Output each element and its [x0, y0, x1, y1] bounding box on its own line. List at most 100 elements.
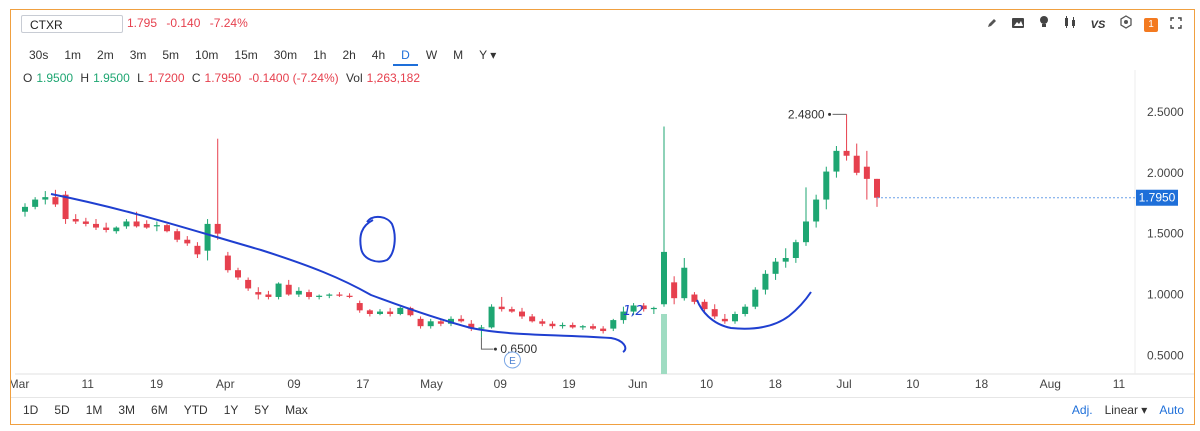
candle-body [306, 292, 312, 297]
candle-body [285, 284, 292, 295]
candle-body [732, 314, 738, 322]
candle-body [103, 227, 110, 230]
candle-body [874, 178, 880, 198]
candle-body [346, 295, 353, 297]
candle-body [803, 221, 809, 243]
candle-body [752, 289, 759, 307]
candle-body [519, 311, 525, 317]
scale-controls: Adj. Linear ▾ Auto [1072, 403, 1184, 417]
candle-body [711, 309, 718, 317]
candle-body [143, 223, 150, 228]
candle-body [214, 223, 221, 234]
candle-body [224, 255, 231, 271]
candle-body [782, 258, 789, 262]
candle-body [762, 273, 769, 290]
candle-body [539, 321, 546, 324]
adjusted-toggle[interactable]: Adj. [1072, 403, 1093, 417]
candle-body [478, 327, 485, 329]
high-annotation-dot [828, 112, 832, 116]
earnings-marker-label: E [509, 356, 516, 367]
y-tick-label: 1.5000 [1147, 227, 1184, 241]
candle-body [813, 199, 820, 222]
candle-body [42, 197, 49, 200]
range-3[interactable]: 3M [110, 403, 143, 417]
candle-body [559, 324, 566, 327]
candle-body [772, 261, 779, 274]
candle-body [356, 303, 363, 311]
candle-body [82, 221, 89, 224]
candle-body [721, 318, 728, 322]
low-annotation-line [480, 337, 494, 350]
candle-body [295, 290, 302, 295]
range-7[interactable]: 5Y [246, 403, 277, 417]
candle-body [650, 307, 657, 310]
candle-body [671, 282, 678, 299]
x-tick-label: Apr [216, 377, 235, 391]
x-tick-label: 09 [287, 377, 301, 391]
candle-body [204, 223, 211, 251]
candle-body [22, 206, 28, 212]
candle-body [245, 279, 252, 289]
candle-body [316, 295, 323, 297]
candle-body [681, 267, 688, 299]
candle-body [387, 311, 394, 314]
high-annotation-label: 2.4800 [788, 107, 825, 121]
range-8[interactable]: Max [277, 403, 316, 417]
x-tick-label: 10 [700, 377, 714, 391]
low-annotation-label: 0.6500 [500, 342, 537, 356]
bottom-bar: 1D 5D 1M 3M 6M YTD 1Y 5Y Max Adj. Linear ▾ Auto [11, 397, 1194, 424]
candle-body [853, 155, 860, 173]
candle-body [184, 239, 191, 244]
candle-body [133, 221, 140, 227]
y-tick-label: 2.5000 [1147, 105, 1184, 119]
candle-body [458, 318, 465, 322]
scale-type-dropdown[interactable]: Linear ▾ [1105, 403, 1148, 417]
range-selector: 1D 5D 1M 3M 6M YTD 1Y 5Y Max [15, 403, 316, 417]
candle-body [377, 311, 383, 314]
low-annotation-dot [493, 347, 497, 351]
candle-body [579, 326, 586, 328]
candle-body [336, 294, 343, 296]
x-tick-label: 18 [975, 377, 989, 391]
x-tick-label: 18 [769, 377, 783, 391]
candle-body [397, 307, 404, 314]
range-0[interactable]: 1D [15, 403, 46, 417]
candle-body [549, 323, 556, 327]
drawn-trendline [50, 193, 627, 353]
last-price-label: 1.7950 [1139, 191, 1176, 205]
candle-body [417, 318, 424, 327]
candle-body [488, 306, 495, 328]
x-tick-label: 19 [562, 377, 576, 391]
candle-body [610, 320, 617, 329]
x-tick-label: 09 [494, 377, 508, 391]
candle-body [843, 150, 850, 156]
candle-body [153, 225, 160, 227]
price-chart[interactable]: 2.5000 2.0000 1.5000 1.0000 0.5000 Mar 11 19 Apr… [11, 10, 1194, 424]
auto-scale-toggle[interactable]: Auto [1159, 403, 1184, 417]
candle-body [32, 199, 39, 207]
range-6[interactable]: 1Y [216, 403, 247, 417]
candle-body [833, 150, 840, 172]
candle-body [72, 219, 79, 222]
candle-body [194, 245, 201, 255]
candle-body [427, 321, 434, 327]
candle-body [590, 326, 596, 329]
candle-body [235, 270, 241, 278]
x-tick-label: 10 [906, 377, 920, 391]
range-4[interactable]: 6M [143, 403, 176, 417]
x-tick-label: 11 [1113, 377, 1126, 391]
range-1[interactable]: 5D [46, 403, 77, 417]
range-5[interactable]: YTD [176, 403, 216, 417]
candle-body [742, 306, 749, 314]
candle-body [123, 221, 130, 227]
volume-bar [661, 314, 667, 374]
y-tick-label: 1.0000 [1147, 288, 1184, 302]
range-2[interactable]: 1M [78, 403, 111, 417]
candle-body [265, 294, 272, 297]
candle-body [661, 251, 667, 305]
candle-body [437, 321, 444, 324]
candle-body [600, 328, 607, 332]
x-tick-label: 19 [150, 377, 164, 391]
y-tick-label: 2.0000 [1147, 166, 1184, 180]
candle-body [113, 227, 120, 232]
